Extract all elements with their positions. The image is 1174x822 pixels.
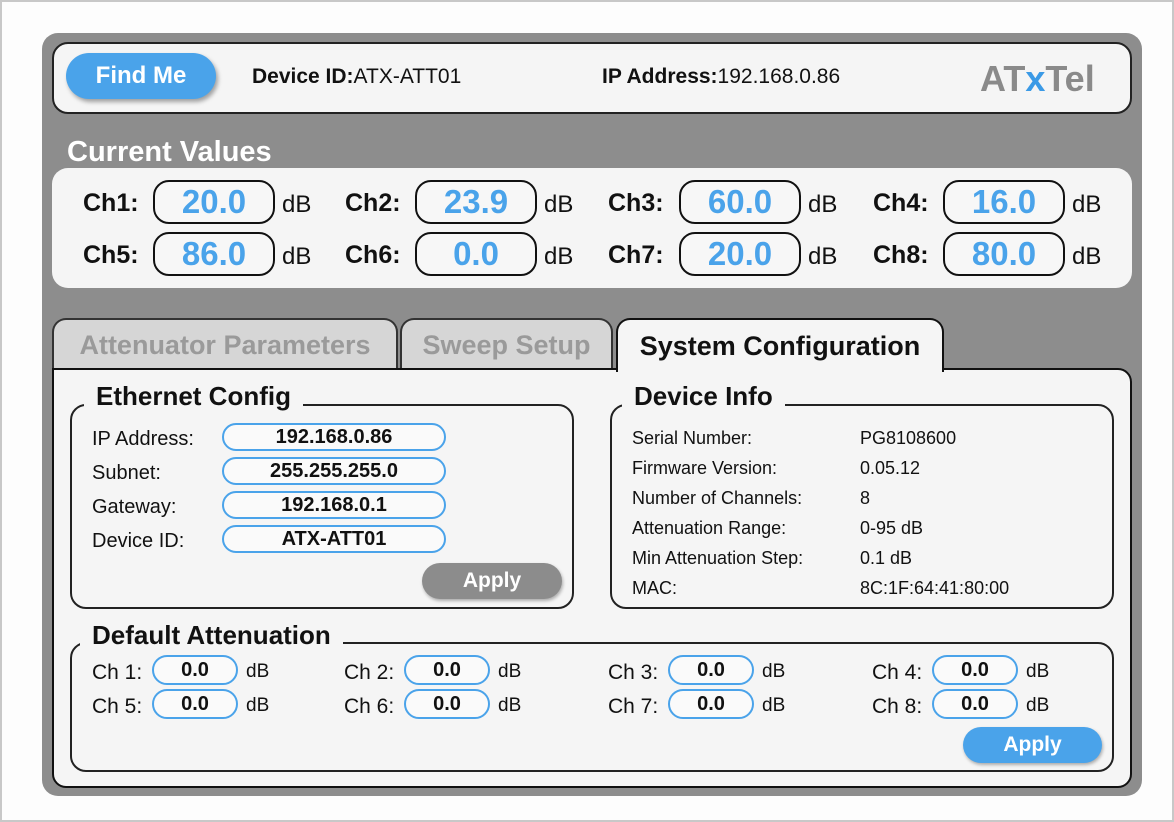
ch5-label: Ch5:: [83, 241, 139, 269]
ch3-label: Ch3:: [608, 189, 664, 217]
logo-at: AT: [980, 58, 1026, 99]
default-ch8-input[interactable]: 0.0: [932, 689, 1018, 719]
serial-number-value: PG8108600: [860, 428, 957, 448]
default-attenuation-apply-button[interactable]: Apply: [963, 727, 1102, 763]
ch8-unit: dB: [1072, 243, 1102, 270]
ip-address-label: IP Address:: [602, 65, 718, 88]
default-ch7-input[interactable]: 0.0: [668, 689, 754, 719]
ch4-value: 16.0: [943, 180, 1065, 224]
default-ch5-unit: dB: [246, 695, 270, 716]
ip-address-readout: IP Address:192.168.0.86: [602, 65, 840, 89]
mac-label: MAC:: [632, 578, 677, 598]
default-ch7-label: Ch 7:: [608, 695, 659, 718]
default-ch2-input[interactable]: 0.0: [404, 655, 490, 685]
tab-system-configuration[interactable]: System Configuration: [616, 318, 944, 372]
default-ch1-label: Ch 1:: [92, 661, 143, 684]
eth-ip-label: IP Address:: [92, 428, 194, 450]
ch2-label: Ch2:: [345, 189, 401, 217]
eth-gateway-label: Gateway:: [92, 496, 177, 518]
default-attenuation-title: Default Attenuation: [80, 620, 343, 651]
eth-ip-input[interactable]: 192.168.0.86: [222, 423, 446, 451]
default-ch4-unit: dB: [1026, 661, 1050, 682]
channel-count-label: Number of Channels:: [632, 488, 803, 508]
ch5-value: 86.0: [153, 232, 275, 276]
firmware-version-label: Firmware Version:: [632, 458, 778, 478]
device-id-readout: Device ID:ATX-ATT01: [252, 65, 461, 89]
mac-value: 8C:1F:64:41:80:00: [860, 578, 1010, 598]
ch2-value: 23.9: [415, 180, 537, 224]
ch7-unit: dB: [808, 243, 838, 270]
ch3-unit: dB: [808, 191, 838, 218]
current-values-title: Current Values: [67, 136, 272, 168]
serial-number-label: Serial Number:: [632, 428, 753, 448]
eth-device-id-input[interactable]: ATX-ATT01: [222, 525, 446, 553]
eth-subnet-label: Subnet:: [92, 462, 161, 484]
firmware-version-value: 0.05.12: [860, 458, 921, 478]
default-ch4-input[interactable]: 0.0: [932, 655, 1018, 685]
device-id-value: ATX-ATT01: [353, 65, 462, 88]
default-ch1-unit: dB: [246, 661, 270, 682]
default-ch7-unit: dB: [762, 695, 786, 716]
ethernet-config-title: Ethernet Config: [84, 381, 303, 412]
channel-count-value: 8: [860, 488, 871, 508]
default-ch4-label: Ch 4:: [872, 661, 923, 684]
attenuation-range-value: 0-95 dB: [860, 518, 924, 538]
default-ch6-unit: dB: [498, 695, 522, 716]
default-ch6-input[interactable]: 0.0: [404, 689, 490, 719]
ch2-unit: dB: [544, 191, 574, 218]
ch1-value: 20.0: [153, 180, 275, 224]
default-ch5-input[interactable]: 0.0: [152, 689, 238, 719]
eth-device-id-label: Device ID:: [92, 530, 185, 552]
default-ch3-input[interactable]: 0.0: [668, 655, 754, 685]
attenuation-range-label: Attenuation Range:: [632, 518, 787, 538]
default-ch3-label: Ch 3:: [608, 661, 659, 684]
device-info-title: Device Info: [622, 381, 785, 412]
logo-x: x: [1025, 58, 1046, 99]
logo-tel: Tel: [1045, 58, 1095, 99]
ch8-value: 80.0: [943, 232, 1065, 276]
default-ch3-unit: dB: [762, 661, 786, 682]
eth-gateway-input[interactable]: 192.168.0.1: [222, 491, 446, 519]
default-ch5-label: Ch 5:: [92, 695, 143, 718]
ch4-label: Ch4:: [873, 189, 929, 217]
ch8-label: Ch8:: [873, 241, 929, 269]
ch6-unit: dB: [544, 243, 574, 270]
find-me-button[interactable]: Find Me: [66, 53, 216, 99]
default-ch1-input[interactable]: 0.0: [152, 655, 238, 685]
tab-sweep-setup[interactable]: Sweep Setup: [400, 318, 613, 370]
default-ch6-label: Ch 6:: [344, 695, 395, 718]
eth-subnet-input[interactable]: 255.255.255.0: [222, 457, 446, 485]
ip-address-value: 192.168.0.86: [717, 65, 841, 88]
min-step-value: 0.1 dB: [860, 548, 913, 568]
ch1-label: Ch1:: [83, 189, 139, 217]
default-ch2-unit: dB: [498, 661, 522, 682]
ch3-value: 60.0: [679, 180, 801, 224]
default-ch8-unit: dB: [1026, 695, 1050, 716]
atxtel-logo: ATxTel: [980, 58, 1095, 100]
tab-attenuator-parameters[interactable]: Attenuator Parameters: [52, 318, 398, 370]
ch6-value: 0.0: [415, 232, 537, 276]
min-step-label: Min Attenuation Step:: [632, 548, 804, 568]
ch6-label: Ch6:: [345, 241, 401, 269]
default-ch8-label: Ch 8:: [872, 695, 923, 718]
ch1-unit: dB: [282, 191, 312, 218]
ch5-unit: dB: [282, 243, 312, 270]
default-ch2-label: Ch 2:: [344, 661, 395, 684]
ch7-value: 20.0: [679, 232, 801, 276]
device-id-label: Device ID:: [252, 65, 354, 88]
ethernet-apply-button[interactable]: Apply: [422, 563, 562, 599]
ch7-label: Ch7:: [608, 241, 664, 269]
ch4-unit: dB: [1072, 191, 1102, 218]
